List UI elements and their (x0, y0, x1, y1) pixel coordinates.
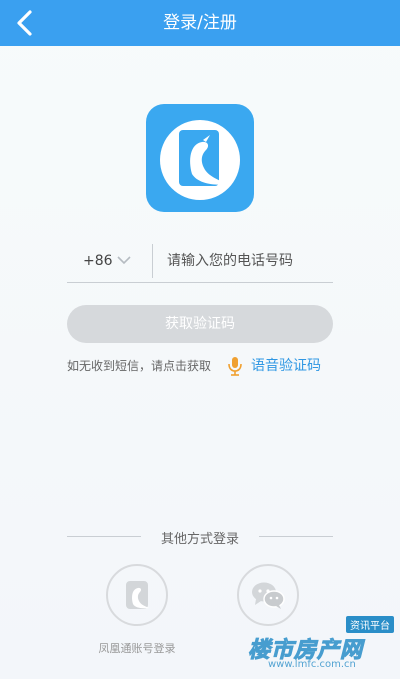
other-login-header: 其他方式登录 (67, 528, 333, 547)
phoenix-account-login-button[interactable] (106, 564, 168, 626)
divider-right (259, 536, 333, 537)
phone-input[interactable] (167, 240, 327, 282)
phoenix-login-label: 凤凰通账号登录 (98, 642, 176, 655)
watermark-title: 楼市房产网 (247, 638, 364, 664)
microphone-icon (228, 357, 242, 376)
voice-code-link[interactable]: 语音验证码 (251, 355, 321, 377)
page-title: 登录/注册 (163, 13, 237, 33)
country-code-select[interactable]: +86 (83, 240, 113, 282)
wechat-login-button[interactable] (237, 564, 299, 626)
watermark-url: www.lmfc.com.cn (268, 659, 356, 670)
phoenix-icon (126, 581, 149, 609)
divider (152, 244, 153, 278)
wechat-icon (252, 582, 285, 609)
get-code-button[interactable]: 获取验证码 (67, 305, 333, 343)
watermark-badge: 资讯平台 (346, 616, 394, 633)
phoenix-logo-icon (160, 120, 240, 200)
hint-text: 如无收到短信，请点击获取 (67, 359, 212, 373)
other-login-title: 其他方式登录 (160, 532, 239, 547)
sms-hint: 如无收到短信，请点击获取 语音验证码 (67, 355, 347, 377)
top-bar: 登录/注册 (0, 0, 400, 46)
app-logo (146, 104, 254, 212)
chevron-down-icon[interactable] (117, 255, 131, 265)
phone-row: +86 (67, 240, 333, 283)
